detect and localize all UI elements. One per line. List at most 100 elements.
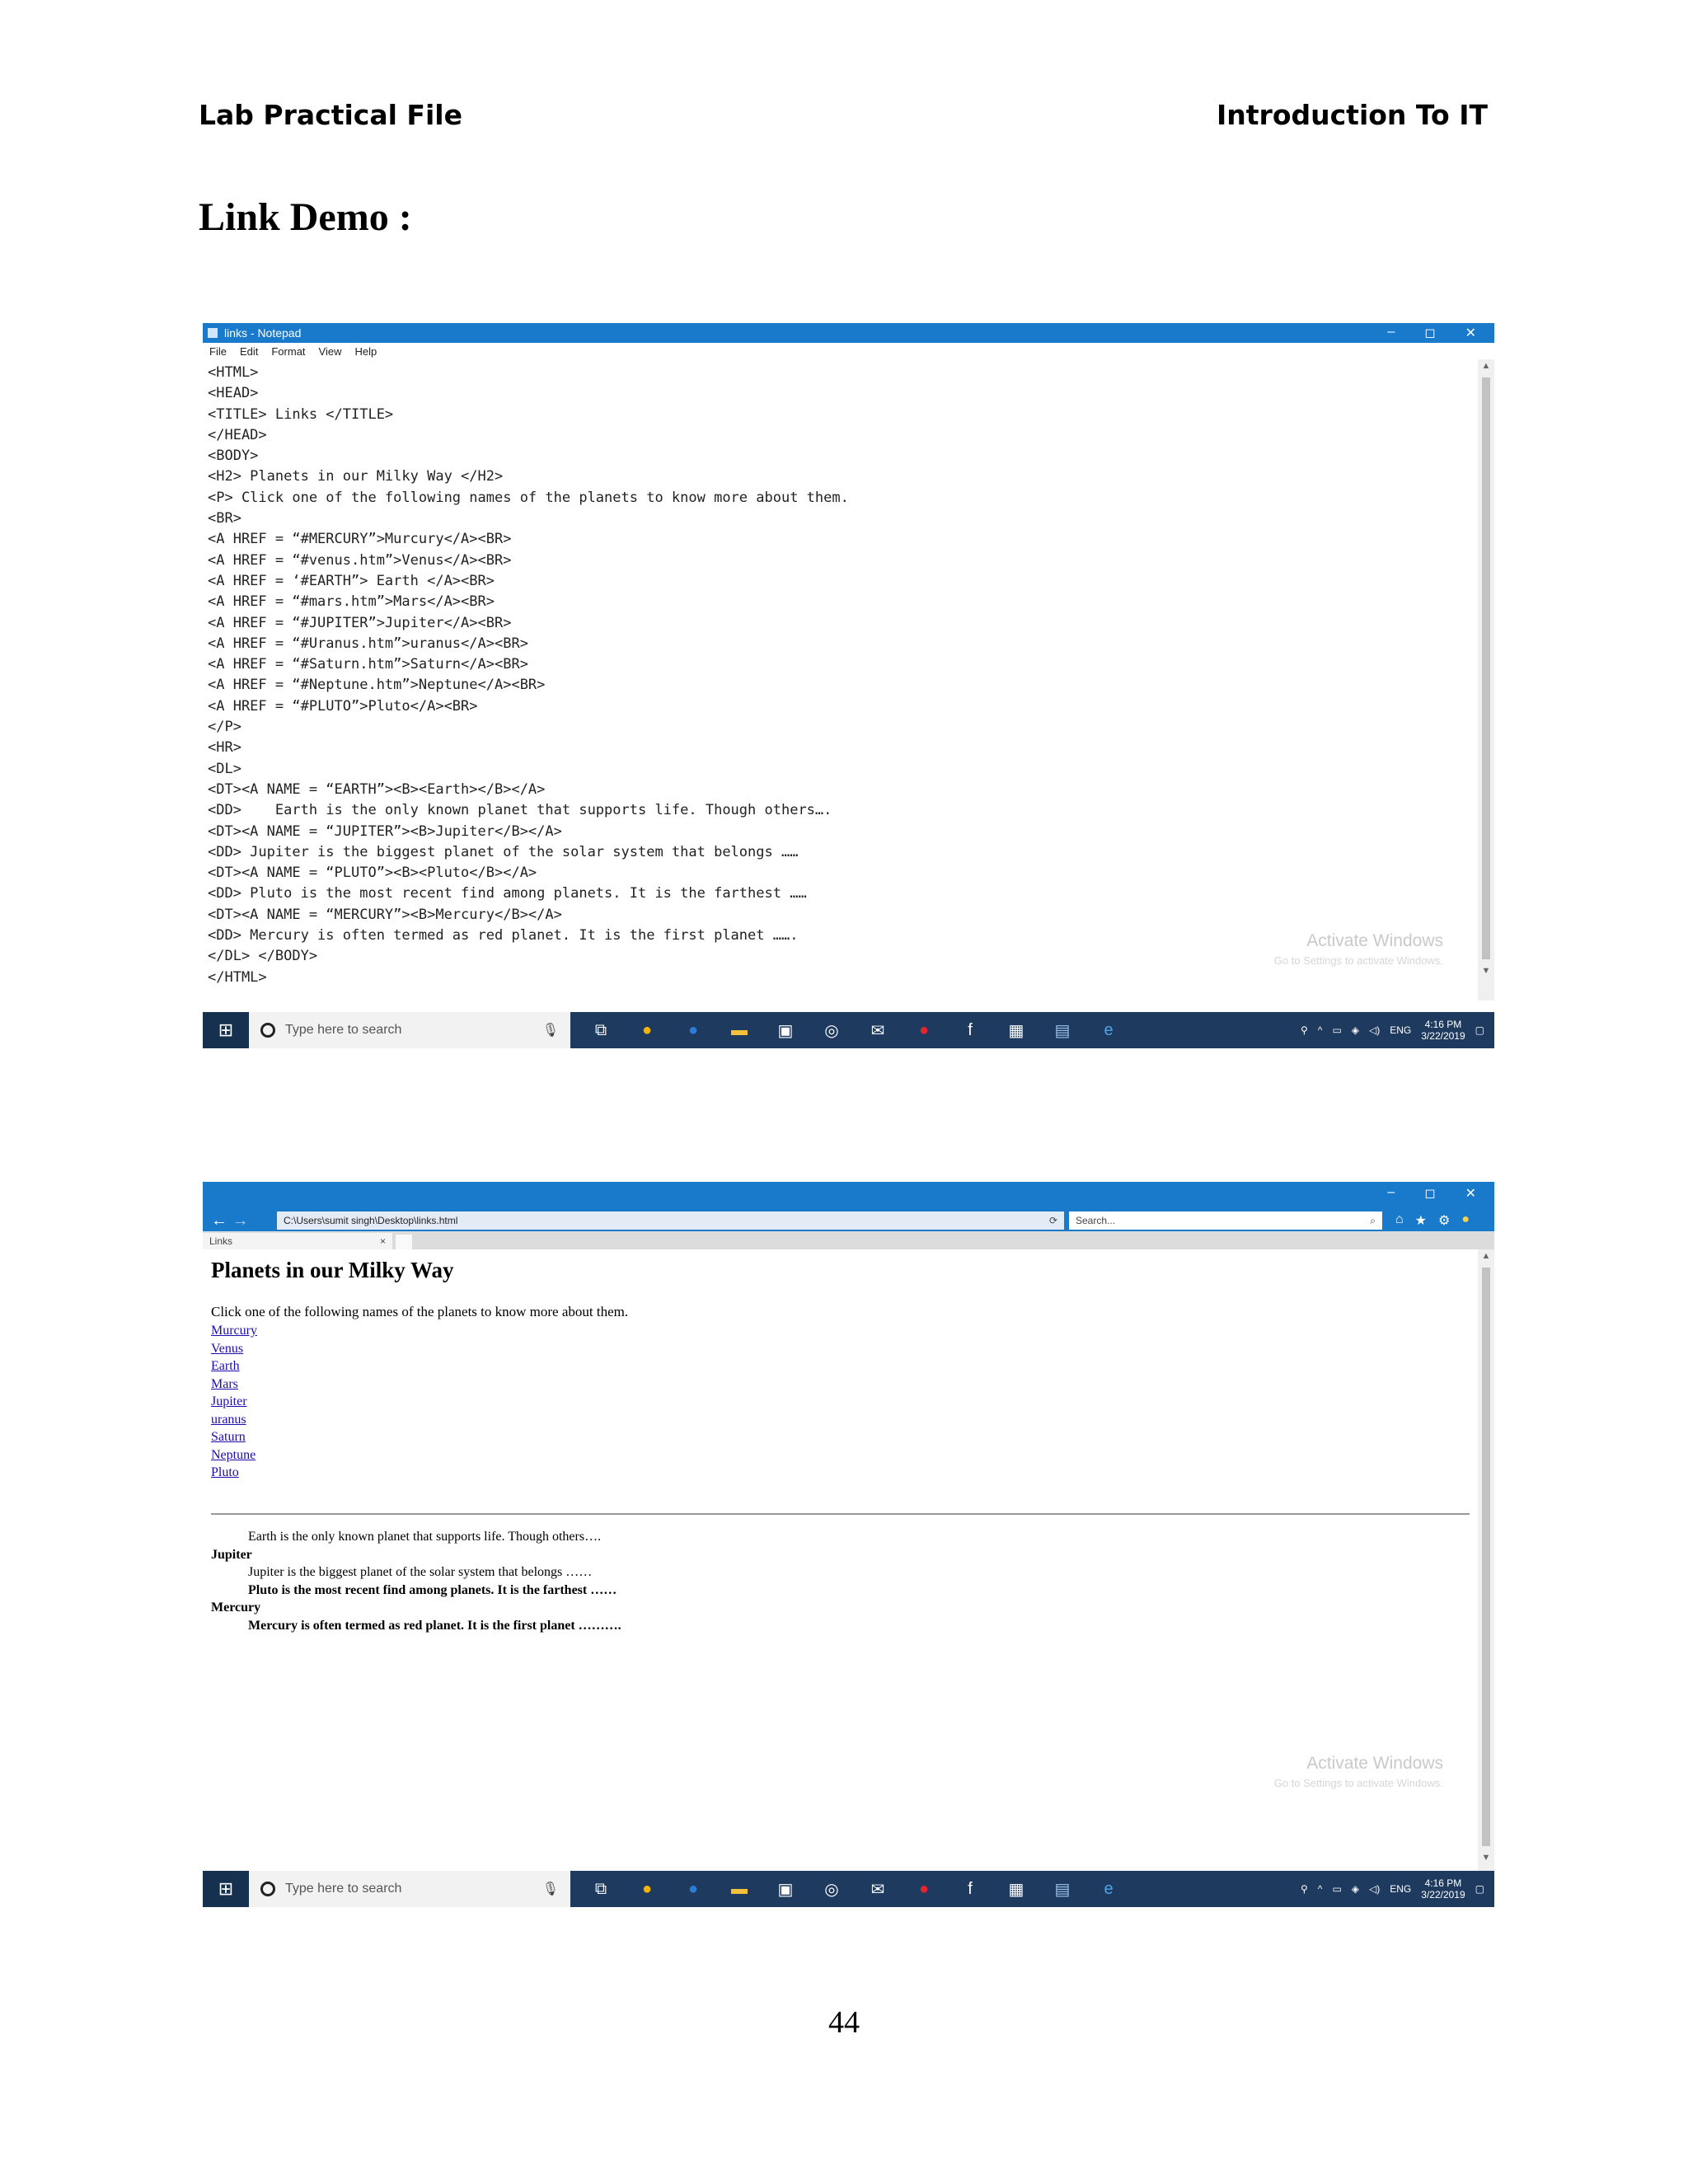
refresh-icon[interactable]: ⟳ xyxy=(1049,1215,1064,1226)
minimize-button[interactable]: – xyxy=(1387,325,1395,341)
scroll-up-icon[interactable]: ▲ xyxy=(1478,361,1494,371)
cortana-icon[interactable] xyxy=(260,1882,275,1896)
mail-icon[interactable]: ✉ xyxy=(865,1018,890,1043)
code-line: <H2> Planets in our Milky Way </H2> xyxy=(208,468,504,485)
language-indicator[interactable]: ENG xyxy=(1390,1883,1411,1895)
link-earth[interactable]: Earth xyxy=(211,1357,257,1376)
task-view-icon[interactable]: ⧉ xyxy=(588,1018,613,1043)
people-icon[interactable]: ⚲ xyxy=(1301,1024,1308,1036)
clock[interactable]: 4:16 PM 3/22/2019 xyxy=(1421,1019,1465,1042)
chrome-icon[interactable]: ● xyxy=(635,1018,659,1043)
code-line: <A HREF = ‘#EARTH”> Earth </A><BR> xyxy=(208,572,495,589)
language-indicator[interactable]: ENG xyxy=(1390,1024,1411,1036)
camera-icon[interactable]: ◎ xyxy=(819,1877,844,1901)
favorites-star-icon[interactable]: ★ xyxy=(1415,1212,1427,1229)
planet-links: Murcury Venus Earth Mars Jupiter uranus … xyxy=(211,1322,257,1482)
cortana-icon[interactable] xyxy=(260,1023,275,1038)
menu-format[interactable]: Format xyxy=(271,345,305,358)
camera-icon[interactable]: ◎ xyxy=(819,1018,844,1043)
link-uranus[interactable]: uranus xyxy=(211,1411,257,1429)
opera-icon[interactable]: ● xyxy=(912,1877,936,1901)
menu-edit[interactable]: Edit xyxy=(240,345,258,358)
vertical-scrollbar[interactable]: ▲ ▼ xyxy=(1478,1249,1494,1887)
calculator-icon[interactable]: ▦ xyxy=(1004,1877,1029,1901)
scroll-down-icon[interactable]: ▼ xyxy=(1478,966,1494,976)
edge-icon[interactable]: ● xyxy=(681,1877,706,1901)
microphone-icon[interactable]: 🎙 xyxy=(542,1022,559,1038)
search-icon[interactable]: ⌕ xyxy=(1370,1215,1382,1227)
notepad-icon[interactable]: ▤ xyxy=(1050,1018,1075,1043)
code-line: <DT><A NAME = “MERCURY”><B>Mercury</B></… xyxy=(208,906,562,923)
home-icon[interactable]: ⌂ xyxy=(1395,1212,1404,1229)
link-venus[interactable]: Venus xyxy=(211,1340,257,1358)
menu-help[interactable]: Help xyxy=(354,345,377,358)
code-line: <A HREF = “#Uranus.htm”>uranus</A><BR> xyxy=(208,635,528,652)
chrome-icon[interactable]: ● xyxy=(635,1877,659,1901)
browser-search-box[interactable]: Search... ⌕ xyxy=(1069,1212,1382,1230)
vertical-scrollbar[interactable]: ▲ ▼ xyxy=(1478,359,1494,1001)
menu-view[interactable]: View xyxy=(319,345,342,358)
forward-arrow-icon[interactable]: → xyxy=(232,1212,249,1230)
file-explorer-icon[interactable]: ▬ xyxy=(727,1018,752,1043)
address-text[interactable]: C:\Users\sumit singh\Desktop\links.html xyxy=(284,1215,1049,1226)
network-icon[interactable]: ◈ xyxy=(1352,1883,1359,1895)
smiley-icon[interactable]: ● xyxy=(1461,1212,1470,1229)
new-tab-button[interactable] xyxy=(396,1235,412,1249)
link-neptune[interactable]: Neptune xyxy=(211,1446,257,1465)
chevron-up-icon[interactable]: ^ xyxy=(1318,1883,1323,1895)
close-button[interactable]: ✕ xyxy=(1465,1185,1476,1202)
ie-icon[interactable]: e xyxy=(1096,1018,1121,1043)
taskbar-search[interactable]: Type here to search 🎙 xyxy=(249,1012,570,1048)
calculator-icon[interactable]: ▦ xyxy=(1004,1018,1029,1043)
minimize-button[interactable]: – xyxy=(1387,1185,1395,1202)
notepad-icon[interactable]: ▤ xyxy=(1050,1877,1075,1901)
taskbar-search-input[interactable]: Type here to search xyxy=(285,1882,542,1896)
battery-icon[interactable]: ▭ xyxy=(1332,1883,1341,1895)
link-jupiter[interactable]: Jupiter xyxy=(211,1393,257,1411)
file-explorer-icon[interactable]: ▬ xyxy=(727,1877,752,1901)
mail-icon[interactable]: ✉ xyxy=(865,1877,890,1901)
link-pluto[interactable]: Pluto xyxy=(211,1464,257,1482)
edge-icon[interactable]: ● xyxy=(681,1018,706,1043)
back-arrow-icon[interactable]: ← xyxy=(211,1212,227,1230)
windows-start-icon[interactable]: ⊞ xyxy=(203,1012,249,1048)
scroll-down-icon[interactable]: ▼ xyxy=(1478,1853,1494,1863)
maximize-button[interactable]: ◻ xyxy=(1424,325,1435,341)
menu-file[interactable]: File xyxy=(209,345,227,358)
tab-close-icon[interactable]: × xyxy=(380,1235,386,1247)
address-bar[interactable]: C:\Users\sumit singh\Desktop\links.html … xyxy=(277,1212,1064,1230)
opera-icon[interactable]: ● xyxy=(912,1018,936,1043)
chevron-up-icon[interactable]: ^ xyxy=(1318,1024,1323,1036)
volume-icon[interactable]: ◁) xyxy=(1369,1024,1380,1036)
battery-icon[interactable]: ▭ xyxy=(1332,1024,1341,1036)
taskbar-search-input[interactable]: Type here to search xyxy=(285,1023,542,1038)
code-text[interactable]: <HTML> <HEAD> <TITLE> Links </TITLE> </HEAD… xyxy=(208,363,849,988)
link-saturn[interactable]: Saturn xyxy=(211,1428,257,1446)
microphone-icon[interactable]: 🎙 xyxy=(542,1881,559,1897)
clock[interactable]: 4:16 PM 3/22/2019 xyxy=(1421,1877,1465,1900)
store-icon[interactable]: ▣ xyxy=(773,1018,798,1043)
close-button[interactable]: ✕ xyxy=(1465,325,1476,341)
notification-icon[interactable]: ▢ xyxy=(1475,1024,1484,1036)
taskbar-search[interactable]: Type here to search 🎙 xyxy=(249,1871,570,1907)
scroll-thumb[interactable] xyxy=(1482,377,1490,959)
facebook-icon[interactable]: f xyxy=(958,1877,982,1901)
link-mars[interactable]: Mars xyxy=(211,1376,257,1394)
notification-icon[interactable]: ▢ xyxy=(1475,1883,1484,1895)
network-icon[interactable]: ◈ xyxy=(1352,1024,1359,1036)
store-icon[interactable]: ▣ xyxy=(773,1877,798,1901)
scroll-thumb[interactable] xyxy=(1482,1268,1490,1846)
facebook-icon[interactable]: f xyxy=(958,1018,982,1043)
task-view-icon[interactable]: ⧉ xyxy=(588,1877,613,1901)
people-icon[interactable]: ⚲ xyxy=(1301,1883,1308,1895)
scroll-up-icon[interactable]: ▲ xyxy=(1478,1251,1494,1261)
tab-links[interactable]: Links × xyxy=(203,1233,392,1249)
link-murcury[interactable]: Murcury xyxy=(211,1322,257,1340)
settings-gear-icon[interactable]: ⚙ xyxy=(1438,1212,1450,1229)
maximize-button[interactable]: ◻ xyxy=(1424,1185,1435,1202)
volume-icon[interactable]: ◁) xyxy=(1369,1883,1380,1895)
windows-start-icon[interactable]: ⊞ xyxy=(203,1871,249,1907)
browser-search-input[interactable]: Search... xyxy=(1076,1215,1370,1226)
notepad-editor[interactable]: <HTML> <HEAD> <TITLE> Links </TITLE> </HEAD… xyxy=(203,359,1494,1001)
ie-icon[interactable]: e xyxy=(1096,1877,1121,1901)
